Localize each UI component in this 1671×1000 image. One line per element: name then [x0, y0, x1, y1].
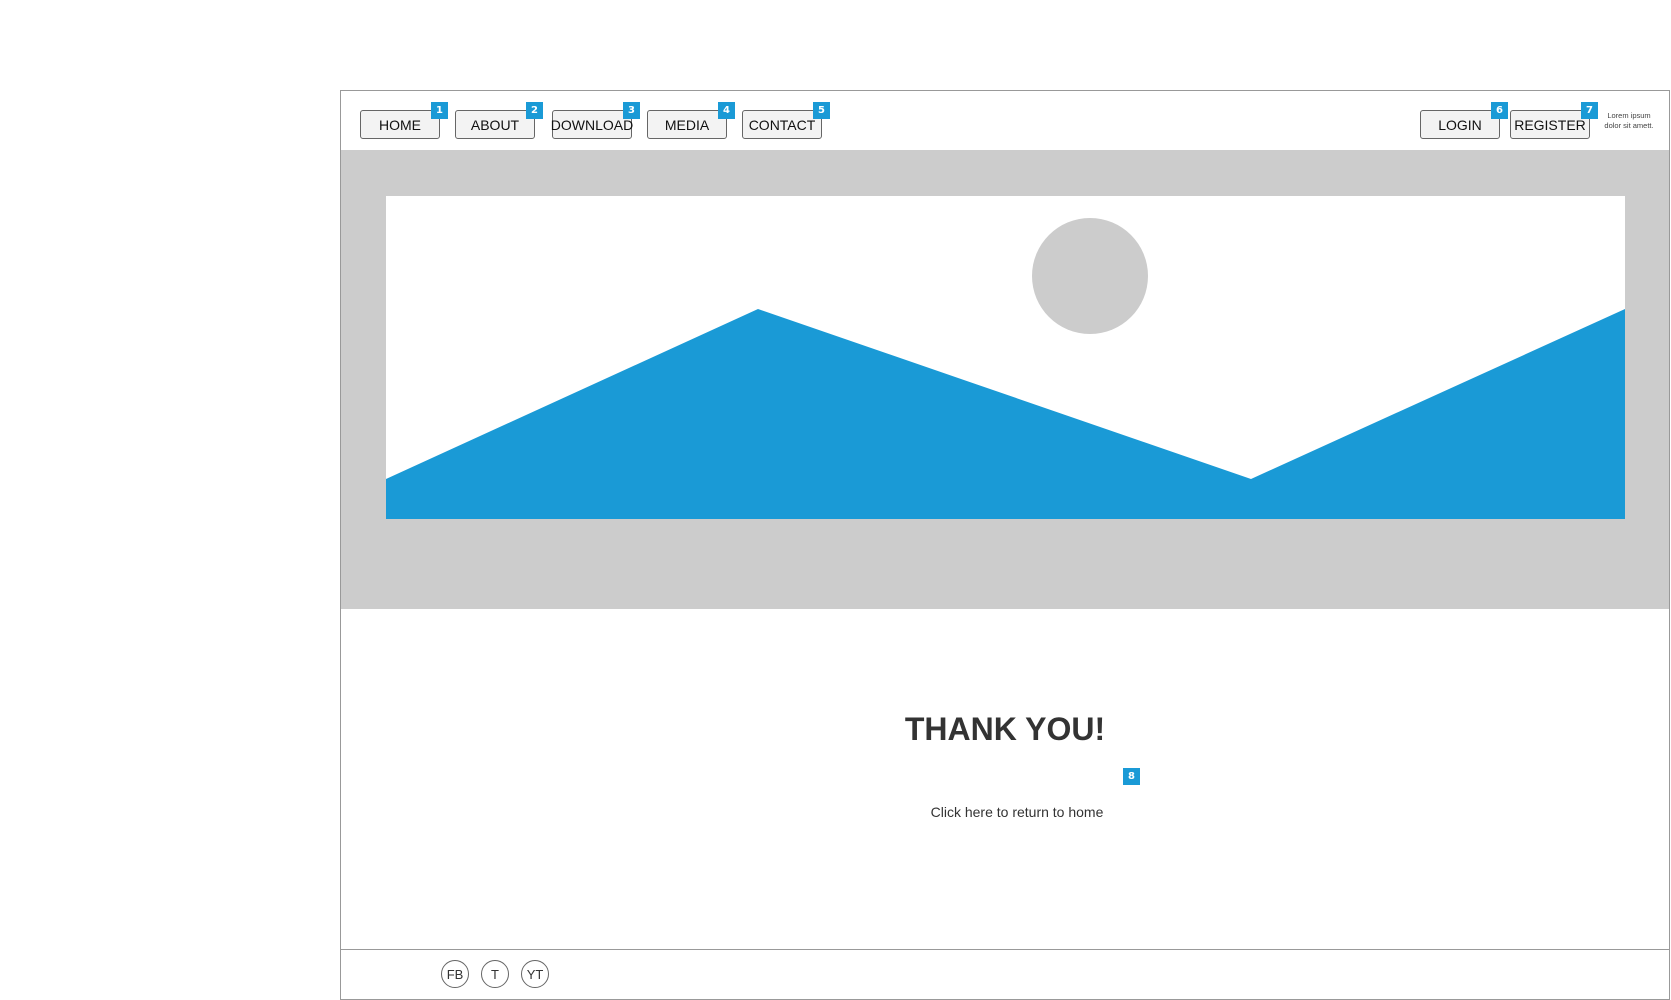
return-link-container: 8 Click here to return to home — [341, 768, 1669, 834]
annotation-badge-1: 1 — [431, 102, 448, 119]
thank-you-heading: THANK YOU! — [341, 711, 1671, 748]
hero-section — [341, 151, 1669, 609]
nav-contact-label: CONTACT — [748, 116, 816, 133]
image-placeholder-graphic — [386, 218, 1625, 519]
nav-media-label: MEDIA — [664, 116, 710, 133]
annotation-badge-4: 4 — [718, 102, 735, 119]
nav-contact-button[interactable]: CONTACT 5 — [742, 102, 830, 139]
page-frame: HOME 1 ABOUT 2 DOWNLOAD 3 MEDIA 4 CONTAC… — [340, 90, 1670, 1000]
annotation-badge-8: 8 — [1123, 768, 1140, 785]
nav-download-label: DOWNLOAD — [550, 116, 634, 133]
return-home-link[interactable]: Click here to return to home — [927, 804, 1107, 820]
nav-home-label: HOME — [379, 116, 421, 133]
annotation-badge-3: 3 — [623, 102, 640, 119]
mountain-shape — [386, 309, 1625, 519]
register-label: REGISTER — [1514, 116, 1586, 133]
nav-media-button[interactable]: MEDIA 4 — [647, 102, 735, 139]
image-placeholder-icon — [386, 196, 1625, 519]
annotation-badge-2: 2 — [526, 102, 543, 119]
nav-home-button[interactable]: HOME 1 — [360, 102, 448, 139]
facebook-icon[interactable]: FB — [441, 960, 469, 988]
nav-about-label: ABOUT — [470, 116, 520, 133]
annotation-badge-7: 7 — [1581, 102, 1598, 119]
sun-shape — [1032, 218, 1148, 334]
login-button[interactable]: LOGIN 6 — [1420, 102, 1508, 139]
nav-download-button[interactable]: DOWNLOAD 3 — [550, 102, 640, 139]
footer: FB T YT — [341, 949, 1669, 999]
annotation-badge-6: 6 — [1491, 102, 1508, 119]
thank-you-heading-text: THANK YOU! — [904, 711, 1106, 747]
main-content: THANK YOU! 8 Click here to return to hom… — [341, 609, 1669, 951]
twitter-icon[interactable]: T — [481, 960, 509, 988]
annotation-badge-5: 5 — [813, 102, 830, 119]
header-note-line-2: dolor sit amett. — [1604, 121, 1654, 130]
register-button[interactable]: REGISTER 7 — [1510, 102, 1598, 139]
header-note: Lorem ipsum dolor sit amett. — [1601, 111, 1657, 131]
nav-about-button[interactable]: ABOUT 2 — [455, 102, 543, 139]
login-label: LOGIN — [1438, 116, 1482, 133]
header-note-line-1: Lorem ipsum — [1607, 111, 1651, 120]
top-navigation-bar: HOME 1 ABOUT 2 DOWNLOAD 3 MEDIA 4 CONTAC… — [341, 91, 1669, 151]
youtube-icon[interactable]: YT — [521, 960, 549, 988]
